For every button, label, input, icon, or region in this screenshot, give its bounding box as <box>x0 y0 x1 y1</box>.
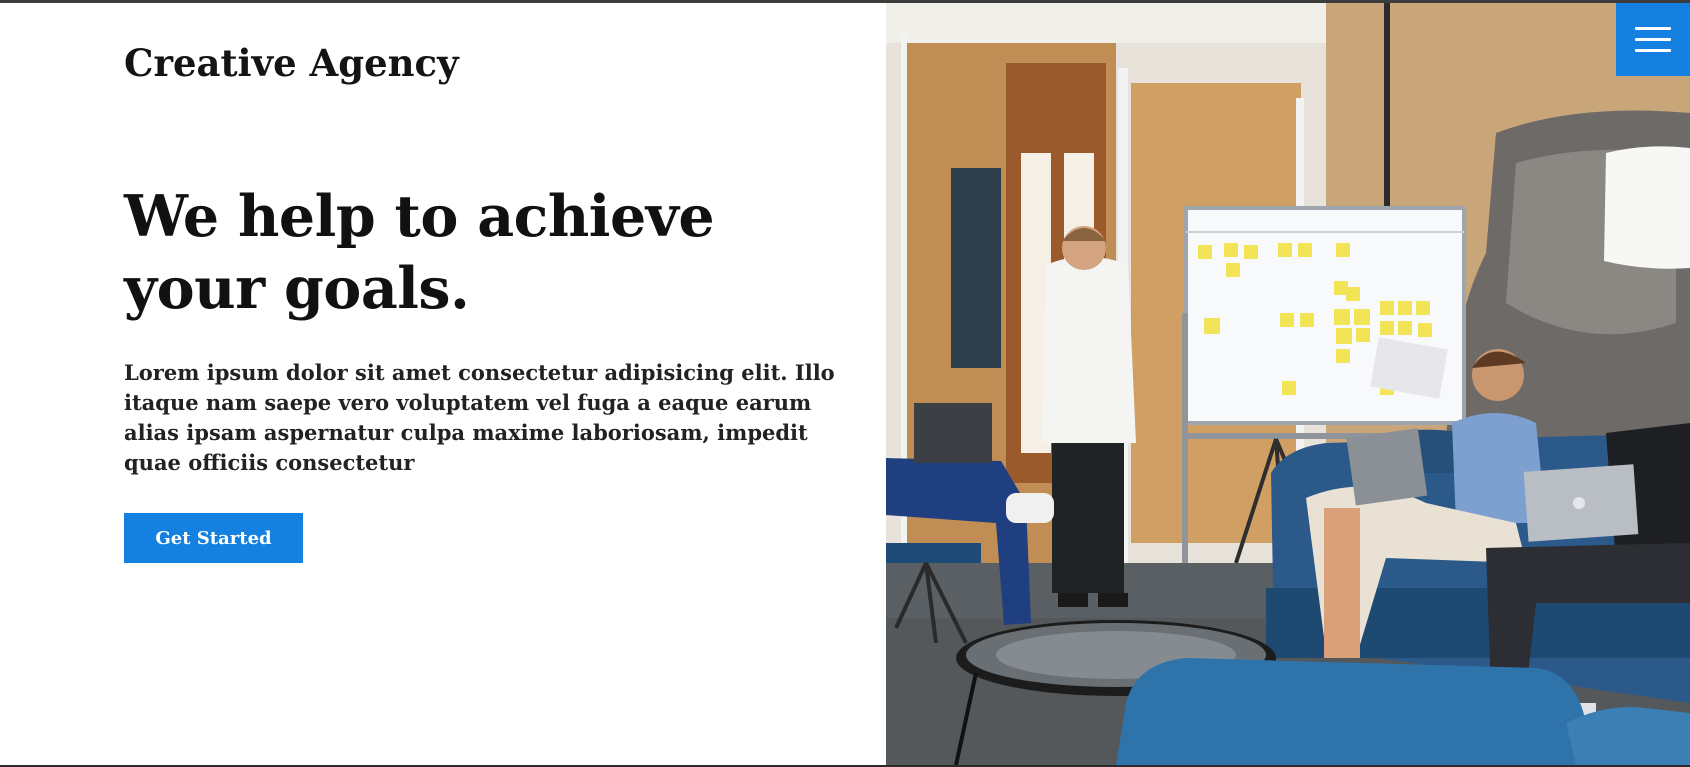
get-started-button[interactable]: Get Started <box>124 513 303 563</box>
menu-icon-bar <box>1635 27 1671 30</box>
hero-headline-line-1: We help to achieve <box>124 183 715 250</box>
hero-photo <box>886 3 1690 765</box>
menu-icon-bar <box>1635 49 1671 52</box>
hamburger-menu-button[interactable] <box>1616 3 1690 76</box>
hero-text-panel: Creative Agency We help to achieve your … <box>0 3 886 765</box>
menu-icon-bar <box>1635 38 1671 41</box>
brand-logo[interactable]: Creative Agency <box>124 41 459 85</box>
hero-headline-line-2: your goals. <box>124 255 470 322</box>
hero-lead-paragraph: Lorem ipsum dolor sit amet consectetur a… <box>124 360 835 475</box>
hero-headline: We help to achieve your goals. <box>124 181 824 325</box>
